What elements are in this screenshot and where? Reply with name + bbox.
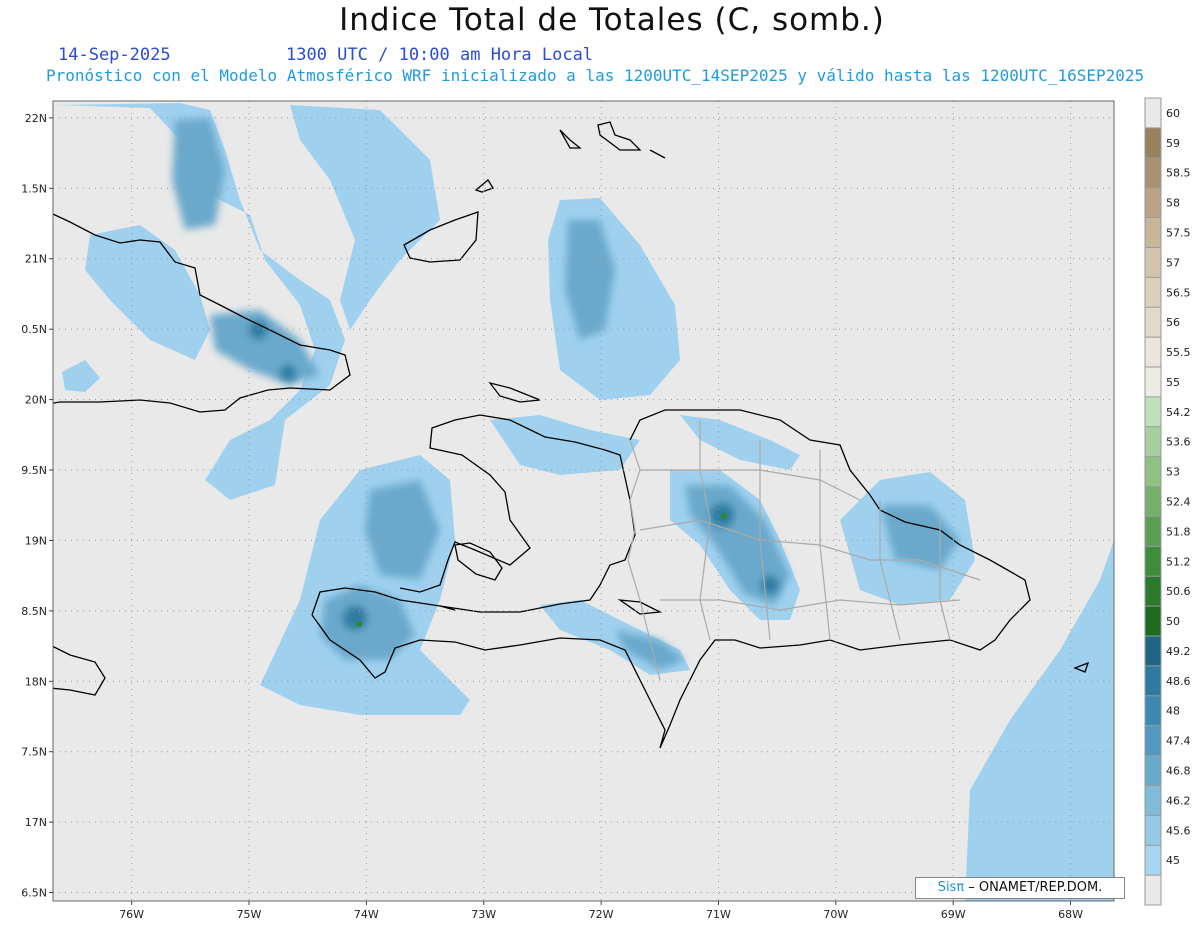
lon-label: 70W [823, 908, 848, 921]
shade-peak-haiti-sw [343, 606, 367, 630]
colorbar-label: 58.5 [1166, 167, 1191, 180]
shade-peak-cuba-e [280, 365, 296, 381]
lat-label: 1.5N [21, 182, 47, 195]
colorbar-label: 60 [1166, 107, 1180, 120]
colorbar-label: 57.5 [1166, 227, 1191, 240]
colorbar-label: 48 [1166, 705, 1180, 718]
colorbar-swatch [1145, 367, 1161, 398]
colorbar-label: 49.2 [1166, 645, 1191, 658]
colorbar-swatch [1145, 576, 1161, 607]
lon-label: 73W [471, 908, 496, 921]
colorbar-label: 59 [1166, 137, 1180, 150]
lat-label: 18N [25, 675, 47, 688]
colorbar-swatch [1145, 217, 1161, 248]
lat-label: 0.5N [21, 323, 47, 336]
colorbar-label: 47.4 [1166, 735, 1191, 748]
lat-label: 7.5N [21, 746, 47, 759]
colorbar-swatch [1145, 247, 1161, 278]
colorbar-label: 53 [1166, 466, 1180, 479]
colorbar-label: 55.5 [1166, 346, 1191, 359]
colorbar-label: 45 [1166, 854, 1180, 867]
lon-label: 75W [237, 908, 262, 921]
colorbar-swatch [1145, 486, 1161, 517]
colorbar-swatch [1145, 127, 1161, 159]
colorbar-swatch [1145, 665, 1161, 697]
colorbar-swatch [1145, 785, 1161, 816]
map-canvas: 22N 1.5N 21N 0.5N 20N 9.5N 19N 8.5N 18N 7.5N 17N 6.… [21, 97, 1191, 921]
colorbar-swatch [1145, 396, 1161, 428]
colorbar-swatch [1145, 725, 1161, 757]
credit-box: Sisπ – ONAMET/REP.DOM. [915, 877, 1125, 899]
colorbar-label: 58 [1166, 197, 1180, 210]
colorbar-swatch [1145, 277, 1161, 308]
lon-label: 76W [119, 908, 144, 921]
colorbar-swatch [1145, 337, 1161, 368]
latitude-labels: 22N 1.5N 21N 0.5N 20N 9.5N 19N 8.5N 18N 7.5N 17N 6.… [21, 112, 53, 900]
colorbar-swatch [1145, 516, 1161, 547]
lat-label: 17N [25, 816, 47, 829]
shade-max-dr [721, 513, 727, 519]
colorbar-swatch [1145, 636, 1161, 667]
lat-label: 21N [25, 253, 47, 266]
colorbar-swatch [1145, 815, 1161, 846]
colorbar-swatch [1145, 307, 1161, 338]
colorbar-label: 55 [1166, 376, 1180, 389]
colorbar-label: 50.6 [1166, 585, 1191, 598]
colorbar: 60 59 58.5 58 57.5 57 56.5 56 55.5 55 54.2 53.6 53 52… [1144, 97, 1191, 906]
lat-label: 22N [25, 112, 47, 125]
lat-label: 8.5N [21, 605, 47, 618]
colorbar-swatch [1145, 755, 1161, 786]
colorbar-label: 57 [1166, 256, 1180, 269]
colorbar-label: 50 [1166, 615, 1180, 628]
lat-label: 6.5N [21, 887, 47, 900]
colorbar-label: 48.6 [1166, 675, 1191, 688]
colorbar-label: 52.4 [1166, 496, 1191, 509]
colorbar-swatch [1145, 157, 1161, 189]
colorbar-label: 45.6 [1166, 824, 1191, 837]
colorbar-swatch [1145, 187, 1161, 219]
colorbar-label: 51.8 [1166, 525, 1191, 538]
lat-label: 19N [25, 534, 47, 547]
colorbar-swatch [1145, 845, 1161, 876]
colorbar-swatch [1145, 456, 1161, 488]
colorbar-label: 54.2 [1166, 406, 1191, 419]
colorbar-label: 56 [1166, 316, 1180, 329]
lat-label: 9.5N [21, 464, 47, 477]
colorbar-swatch [1145, 695, 1161, 727]
colorbar-label: 53.6 [1166, 436, 1191, 449]
colorbar-label: 56.5 [1166, 286, 1191, 299]
lon-label: 72W [589, 908, 614, 921]
lon-label: 69W [941, 908, 966, 921]
colorbar-swatch [1145, 98, 1161, 129]
lon-label: 68W [1058, 908, 1083, 921]
lon-label: 71W [706, 908, 731, 921]
credit-text: – ONAMET/REP.DOM. [964, 880, 1103, 895]
colorbar-swatch [1145, 606, 1161, 637]
colorbar-swatch [1145, 426, 1161, 458]
lon-label: 74W [354, 908, 379, 921]
longitude-labels: 76W 75W 74W 73W 72W 71W 70W 69W 68W [119, 901, 1083, 921]
lat-label: 20N [25, 394, 47, 407]
credit-sis: Sisπ [937, 880, 965, 895]
shade-max-haiti [356, 621, 362, 627]
colorbar-label: 51.2 [1166, 555, 1191, 568]
colorbar-label: 46.8 [1166, 765, 1191, 778]
colorbar-swatch [1145, 546, 1161, 577]
colorbar-swatch [1145, 875, 1161, 906]
colorbar-label: 46.2 [1166, 794, 1191, 807]
